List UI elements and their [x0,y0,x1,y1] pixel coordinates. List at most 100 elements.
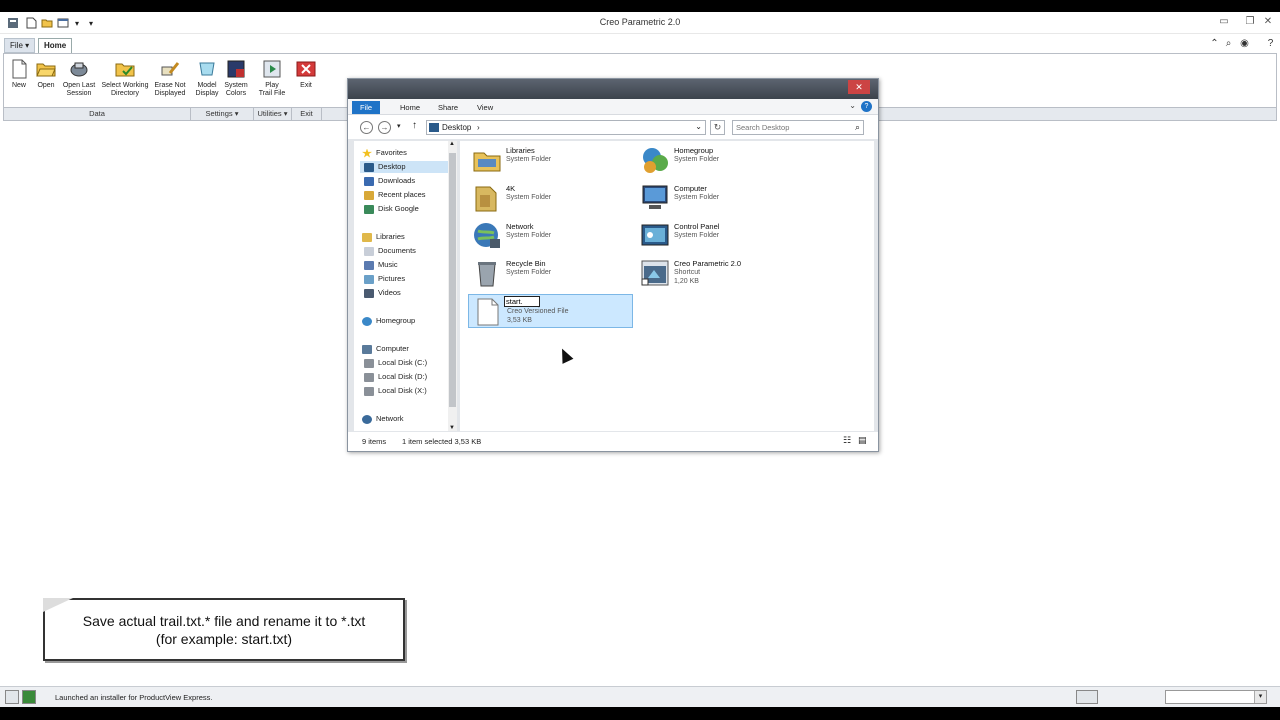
exit-button[interactable]: Exit [289,59,323,90]
google-drive-icon [364,204,374,214]
address-dropdown-icon[interactable]: ⌄ [695,122,702,131]
nav-libraries[interactable]: Libraries [362,231,405,243]
documents-icon [364,246,374,256]
explorer-tab-share[interactable]: Share [438,101,458,114]
help-icon[interactable]: ? [1264,38,1277,52]
creo-title-bar: ▾ ▾ Creo Parametric 2.0 ▭ ❐ ✕ [0,12,1280,34]
restore-icon[interactable]: ❐ [1242,16,1258,27]
help-icon[interactable]: ? [861,101,872,112]
play-trail-file-button[interactable]: Play Trail File [255,59,289,98]
pictures-icon [364,274,374,284]
file-type: System Folder [674,156,720,163]
forward-arrow-icon[interactable]: → [378,121,391,134]
collapse-ribbon-icon[interactable]: ⌃ [1208,38,1221,52]
working-directory-icon [115,63,135,77]
file-name: Network [506,222,534,231]
explorer-title-bar[interactable]: ✕ [348,79,878,99]
browser-toggle-icon[interactable] [22,690,36,704]
erase-not-displayed-button[interactable]: Erase Not Displayed [152,59,188,98]
search-icon[interactable]: ⌕ [855,122,860,133]
file-item-recycle-bin[interactable]: Recycle Bin System Folder [468,256,633,290]
group-utilities[interactable]: Utilities ▾ [254,108,292,120]
explorer-close-button[interactable]: ✕ [848,80,870,94]
file-item-start[interactable]: Creo Versioned File 3,53 KB [468,294,633,328]
nav-disk-d-label: Local Disk (D:) [378,372,428,381]
file-item-4k[interactable]: 4K System Folder [468,181,633,215]
command-search-icon[interactable]: ◉ [1238,38,1251,52]
nav-downloads[interactable]: Downloads [364,175,415,187]
nav-computer[interactable]: Computer [362,343,409,355]
nav-disk-d[interactable]: Local Disk (D:) [364,371,427,383]
nav-disk-c[interactable]: Local Disk (C:) [364,357,427,369]
rename-input[interactable] [504,296,540,307]
model-display-label: Model Display [195,82,219,97]
explorer-tab-home[interactable]: Home [400,101,420,114]
selection-filter[interactable]: ▾ [1165,690,1267,704]
ribbon-tab-bar: File ▾ Home ⌃ ⌕ ◉ ? [0,36,1280,53]
model-tree-toggle-icon[interactable] [5,690,19,704]
search-input[interactable] [736,121,846,134]
address-box[interactable]: Desktop › ⌄ [426,120,706,135]
up-arrow-icon[interactable]: ↑ [412,120,417,131]
recent-locations-icon[interactable]: ▾ [397,122,401,130]
nav-homegroup-label: Homegroup [376,316,416,325]
nav-documents[interactable]: Documents [364,245,416,257]
nav-scrollbar[interactable]: ▲ ▼ [448,141,457,431]
nav-pictures[interactable]: Pictures [364,273,405,285]
nav-music[interactable]: Music [364,259,398,271]
file-item-computer[interactable]: Computer System Folder [636,181,801,215]
close-window-icon[interactable]: ✕ [1260,16,1276,27]
group-settings[interactable]: Settings ▾ [191,108,254,120]
file-item-creo-shortcut[interactable]: Creo Parametric 2.0 Shortcut 1,20 KB [636,256,801,290]
file-item-homegroup[interactable]: Homegroup System Folder [636,143,801,177]
scroll-up-icon[interactable]: ▲ [449,141,455,147]
file-name: Libraries [506,146,535,155]
nav-favorites[interactable]: Favorites [362,147,407,159]
tab-file[interactable]: File ▾ [4,38,36,53]
nav-homegroup[interactable]: Homegroup [362,315,415,327]
nav-recent-label: Recent places [378,190,426,199]
find-icon[interactable] [1076,690,1098,704]
nav-disk-x[interactable]: Local Disk (X:) [364,385,427,397]
file-name: Control Panel [674,222,720,231]
new-doc-icon [12,59,27,79]
nav-disk-google-label: Disk Google [378,204,419,213]
libraries-icon [473,152,501,172]
refresh-icon[interactable]: ↻ [710,120,725,135]
nav-desktop[interactable]: Desktop [360,161,452,173]
search-icon[interactable]: ⌕ [1222,38,1235,52]
nav-disk-google[interactable]: Disk Google [364,203,419,215]
breadcrumb-chevron-icon[interactable]: › [477,123,480,132]
nav-videos[interactable]: Videos [364,287,401,299]
nav-network[interactable]: Network [362,413,404,425]
select-working-directory-button[interactable]: Select Working Directory [100,59,150,98]
nav-recent-places[interactable]: Recent places [364,189,426,201]
file-item-network[interactable]: Network System Folder [468,219,633,253]
details-view-icon[interactable]: ☷ [843,435,851,446]
back-arrow-icon[interactable]: ← [360,121,373,134]
explorer-tab-file[interactable]: File [352,101,380,114]
filter-dropdown-icon[interactable]: ▾ [1254,691,1266,703]
system-colors-button[interactable]: System Colors [219,59,253,98]
open-label: Open [37,82,55,89]
recycle-bin-icon [478,262,496,287]
file-name: Recycle Bin [506,259,546,268]
select-working-directory-label: Select Working Directory [101,82,149,97]
address-bar: ← → ▾ ↑ Desktop › ⌄ ↻ ⌕ [348,115,878,139]
desktop-location-icon [429,123,439,132]
file-item-libraries[interactable]: Libraries System Folder [468,143,633,177]
open-last-session-button[interactable]: Open Last Session [61,59,97,98]
tab-home[interactable]: Home [38,38,73,53]
minimize-icon[interactable]: ▭ [1216,16,1232,27]
file-item-control-panel[interactable]: Control Panel System Folder [636,219,801,253]
libraries-icon [362,232,372,242]
nav-scrollbar-thumb[interactable] [449,153,456,407]
tiles-view-icon[interactable]: ▤ [858,435,867,446]
open-button[interactable]: Open [29,59,63,90]
file-list: Libraries System Folder Homegroup System… [460,141,874,431]
desktop-icon [364,162,374,172]
group-data: Data [4,108,191,120]
expand-ribbon-icon[interactable]: ⌄ [849,101,856,110]
explorer-tab-view[interactable]: View [477,101,493,114]
address-location: Desktop [442,123,472,132]
